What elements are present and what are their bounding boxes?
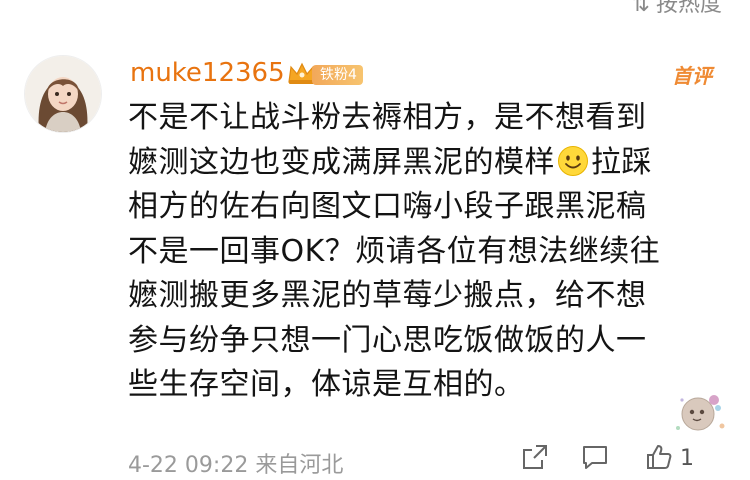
comment-line: 些生存空间，体谅是互相的。 xyxy=(128,367,525,402)
thumbs-up-icon xyxy=(647,445,672,469)
comment-source: 来自河北 xyxy=(255,453,344,478)
sort-icon: ⇅ xyxy=(631,0,650,17)
comment-line: 不是不让战斗粉去褥相方，是不想看到 xyxy=(128,100,647,135)
avatar[interactable] xyxy=(24,55,102,133)
smile-emoji-icon xyxy=(558,145,588,176)
sort-label: 按热度 xyxy=(655,0,722,17)
comment-meta: 4-22 09:22 来自河北 xyxy=(128,447,343,479)
comment-line-with-emoji: 嬷测这边也变成满屏黑泥的模样 拉踩 xyxy=(128,141,702,186)
comment-line: 参与纷争只想一门心思吃饭做饭的人一 xyxy=(128,322,647,358)
comment-date: 4-22 09:22 xyxy=(128,453,249,478)
fan-badge[interactable]: 铁粉4 xyxy=(286,62,364,85)
share-icon xyxy=(523,445,547,469)
first-comment-badge: 首评 xyxy=(672,64,712,88)
comment-line: 相方的佐右向图文口嗨小段子跟黑泥稿 xyxy=(128,189,647,224)
comment-line: 不是一回事OK？烦请各位有想法继续往 xyxy=(128,233,661,269)
avatar-image xyxy=(25,56,101,132)
like-button[interactable]: 1 xyxy=(644,442,694,472)
comment-text: 不是不让战斗粉去褥相方，是不想看到 嬷测这边也变成满屏黑泥的模样 拉踩 相方的佐… xyxy=(128,96,702,408)
sort-bar[interactable]: ⇅ 按热度 xyxy=(632,0,722,18)
fan-badge-label: 铁粉4 xyxy=(312,65,363,85)
comment-actions: 1 xyxy=(520,442,730,476)
comment-line-text: 嬷测这边也变成满屏黑泥的模样 xyxy=(128,144,555,180)
reply-button[interactable] xyxy=(580,442,610,472)
comment-line: 嬷测搬更多黑泥的草莓少搬点，给不想 xyxy=(128,278,647,313)
comment-icon xyxy=(583,446,607,469)
username[interactable]: muke12365 xyxy=(130,58,285,88)
share-button[interactable] xyxy=(520,442,550,472)
comment-line-tail: 拉踩 xyxy=(591,144,652,180)
decoration-sticker-icon xyxy=(676,395,725,431)
like-count: 1 xyxy=(680,446,694,471)
